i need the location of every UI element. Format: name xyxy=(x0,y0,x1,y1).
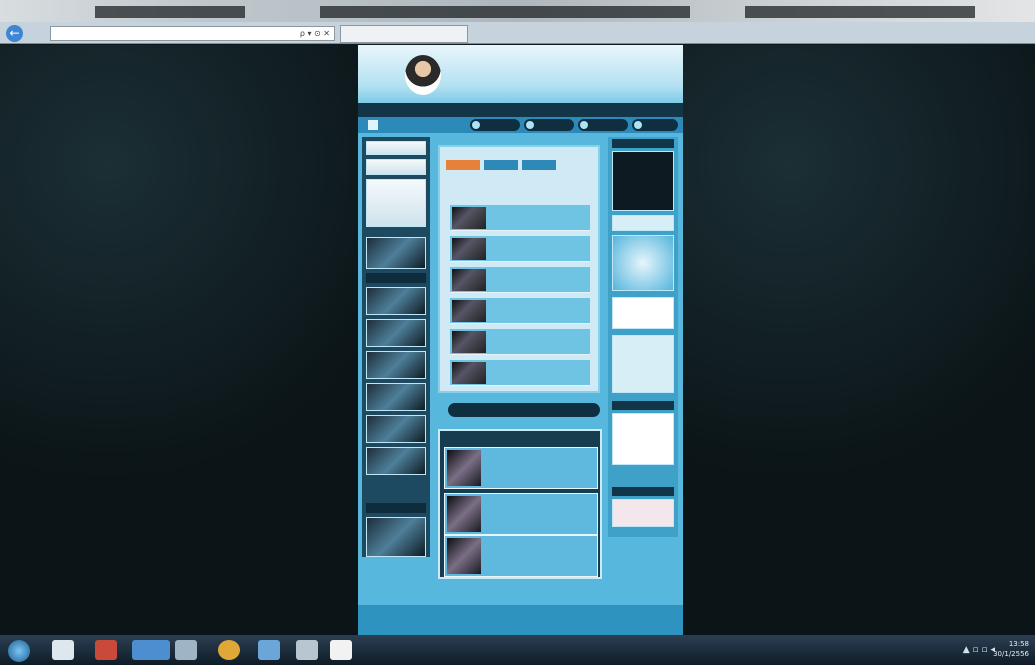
sidebar-home-label[interactable] xyxy=(366,273,426,283)
news-thumbnail xyxy=(452,238,486,260)
activity-item[interactable] xyxy=(444,447,598,489)
right-calendar-block[interactable] xyxy=(612,297,674,329)
sidebar-bottom-photo[interactable] xyxy=(366,517,426,557)
desktop-background-left xyxy=(0,45,358,635)
taskbar: ▲ ▫ ▫ ◂ 13:58 30/1/2556 xyxy=(0,635,1035,665)
right-logo-block[interactable] xyxy=(612,235,674,291)
news-item[interactable] xyxy=(450,298,590,324)
sidebar-photo[interactable] xyxy=(366,447,426,475)
news-item[interactable] xyxy=(450,267,590,293)
news-thumbnail xyxy=(452,331,486,353)
clock-date: 30/1/2556 xyxy=(993,650,1029,658)
sidebar-feature-image[interactable] xyxy=(366,179,426,227)
browser-address-bar: ← ρ ▾ ⊙ ✕ xyxy=(0,22,1035,44)
sidebar-section-label xyxy=(366,503,426,513)
address-input[interactable]: ρ ▾ ⊙ ✕ xyxy=(50,26,335,41)
right-counter-block xyxy=(612,335,674,393)
right-sidebar xyxy=(608,137,678,537)
activity-panel xyxy=(438,429,602,579)
site-banner xyxy=(358,45,683,103)
blurred-region xyxy=(745,6,975,18)
news-thumbnail xyxy=(452,362,486,384)
address-controls[interactable]: ρ ▾ ⊙ ✕ xyxy=(300,27,330,40)
activity-thumbnail xyxy=(447,496,481,532)
right-label-mid xyxy=(612,401,674,410)
news-thumbnail xyxy=(452,269,486,291)
browser-tab[interactable] xyxy=(340,25,468,43)
news-thumbnail xyxy=(452,207,486,229)
activity-thumbnail xyxy=(447,538,481,574)
app-icon[interactable] xyxy=(175,640,197,660)
news-thumbnail xyxy=(452,300,486,322)
right-banner-block[interactable] xyxy=(612,499,674,527)
sidebar-photo[interactable] xyxy=(366,351,426,379)
sidebar-photo-banner[interactable] xyxy=(366,237,426,269)
news-item[interactable] xyxy=(450,360,590,386)
activity-thumbnail xyxy=(447,450,481,486)
activity-item[interactable] xyxy=(444,535,598,577)
browser-title-strip xyxy=(0,0,1035,22)
news-item[interactable] xyxy=(450,329,590,355)
news-header xyxy=(470,187,580,197)
sidebar-photo[interactable] xyxy=(366,319,426,347)
nav-item-3[interactable] xyxy=(578,119,628,131)
site-nav-bar xyxy=(358,117,683,133)
sidebar-photo[interactable] xyxy=(366,287,426,315)
left-sidebar xyxy=(362,137,430,557)
right-text-block xyxy=(612,215,674,231)
news-tab-2[interactable] xyxy=(484,160,518,170)
sidebar-photo[interactable] xyxy=(366,415,426,443)
browser-icon[interactable] xyxy=(132,640,170,660)
sidebar-search-box[interactable] xyxy=(366,141,426,155)
app-icon[interactable] xyxy=(258,640,280,660)
nav-item-4[interactable] xyxy=(632,119,678,131)
blurred-region xyxy=(320,6,690,18)
news-tab-3[interactable] xyxy=(522,160,556,170)
desktop-background-right xyxy=(683,45,1035,635)
portrait-image xyxy=(405,55,441,95)
nav-item-1[interactable] xyxy=(470,119,520,131)
section-title-bar xyxy=(448,403,600,417)
sidebar-info-box xyxy=(366,159,426,175)
back-arrow-icon[interactable]: ← xyxy=(6,25,23,42)
news-item[interactable] xyxy=(450,236,590,262)
system-tray[interactable]: ▲ ▫ ▫ ◂ xyxy=(963,645,995,655)
app-icon[interactable] xyxy=(95,640,117,660)
website-page xyxy=(358,45,683,635)
news-panel xyxy=(438,145,600,393)
app-icon[interactable] xyxy=(296,640,318,660)
clock-time: 13:58 xyxy=(1008,640,1029,648)
home-icon[interactable] xyxy=(368,120,378,130)
site-footer xyxy=(358,605,683,635)
news-item[interactable] xyxy=(450,205,590,231)
right-video-block[interactable] xyxy=(612,151,674,211)
start-button-icon[interactable] xyxy=(8,640,30,662)
right-label-bottom xyxy=(612,487,674,496)
right-label-top xyxy=(612,139,674,148)
sidebar-photo[interactable] xyxy=(366,383,426,411)
nav-item-2[interactable] xyxy=(524,119,574,131)
blurred-region xyxy=(95,6,245,18)
chrome-icon[interactable] xyxy=(218,640,240,660)
activity-item[interactable] xyxy=(444,493,598,535)
right-link-block[interactable] xyxy=(612,413,674,465)
news-tabs xyxy=(446,155,560,170)
site-title-bar xyxy=(358,103,683,117)
clock[interactable]: 13:58 30/1/2556 xyxy=(993,639,1029,659)
app-icon[interactable] xyxy=(330,640,352,660)
news-tab-1[interactable] xyxy=(446,160,480,170)
app-icon[interactable] xyxy=(52,640,74,660)
